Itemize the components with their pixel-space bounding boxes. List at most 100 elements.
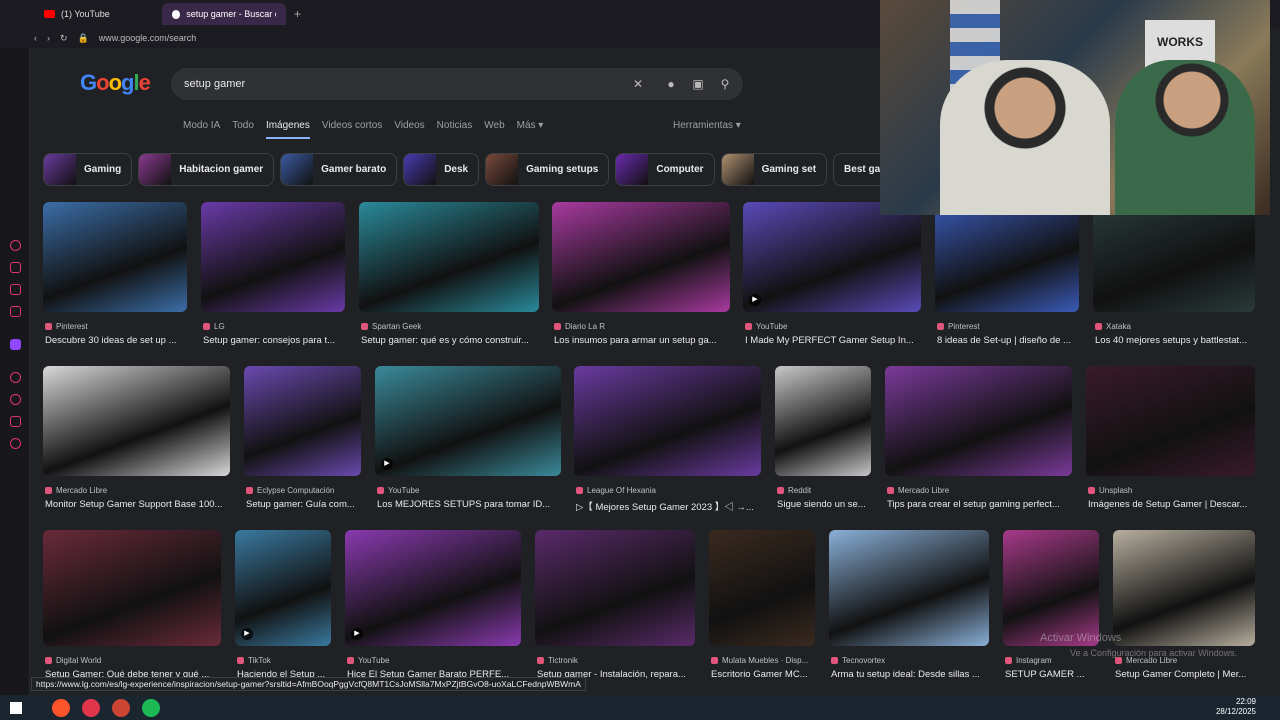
forward-icon[interactable]: ›	[47, 33, 50, 43]
chip[interactable]: Gaming	[43, 153, 133, 186]
image-result[interactable]: Eclypse Computación Setup gamer: Guía com…	[244, 366, 361, 522]
app-icon[interactable]	[112, 698, 130, 717]
result-thumbnail[interactable]	[535, 530, 695, 646]
settings-icon[interactable]	[10, 438, 21, 449]
result-source[interactable]: Unsplash	[1088, 486, 1132, 495]
image-result[interactable]: Mercado Libre Setup Gamer Completo | Mer.…	[1113, 530, 1255, 692]
result-source[interactable]: TikTok	[237, 656, 271, 665]
player-icon[interactable]	[10, 372, 21, 383]
messenger-icon[interactable]	[10, 284, 21, 295]
image-result[interactable]: ▶ TikTok Haciendo el Setup ...	[235, 530, 331, 692]
result-title[interactable]: Los MEJORES SETUPS para tomar ID...	[377, 499, 567, 510]
result-thumbnail[interactable]	[43, 530, 221, 646]
chip[interactable]: Computer	[615, 153, 715, 186]
result-source[interactable]: League Of Hexania	[576, 486, 656, 495]
result-title[interactable]: Setup gamer: qué es y cómo construir...	[361, 335, 545, 346]
result-thumbnail[interactable]	[552, 202, 730, 312]
result-title[interactable]: Descubre 30 ideas de set up ...	[45, 335, 193, 346]
extensions-icon[interactable]	[10, 416, 21, 427]
result-title[interactable]: Setup gamer: Guía com...	[246, 499, 367, 510]
result-title[interactable]: ▷【 Mejores Setup Gamer 2023 】◁ →...	[576, 499, 767, 513]
search-box[interactable]: setup gamer ✕ ● ▣ ⚲	[171, 68, 743, 100]
result-title[interactable]: 8 ideas de Set-up | diseño de ...	[937, 335, 1085, 346]
image-result[interactable]: Unsplash Imágenes de Setup Gamer | Descar…	[1086, 366, 1255, 522]
result-thumbnail[interactable]	[43, 202, 187, 312]
spotify-icon[interactable]	[142, 698, 160, 717]
result-thumbnail[interactable]	[935, 202, 1079, 312]
result-thumbnail[interactable]	[743, 202, 921, 312]
result-thumbnail[interactable]	[775, 366, 871, 476]
image-result[interactable]: Tictronik Setup gamer - Instalación, repa…	[535, 530, 695, 692]
result-source[interactable]: Spartan Geek	[361, 322, 421, 331]
result-source[interactable]: Pinterest	[937, 322, 980, 331]
result-thumbnail[interactable]	[709, 530, 815, 646]
result-thumbnail[interactable]	[829, 530, 989, 646]
image-result[interactable]: Reddit Sigue siendo un se...	[775, 366, 871, 522]
opera-icon[interactable]	[82, 698, 100, 717]
brave-icon[interactable]	[52, 698, 70, 717]
image-result[interactable]: LG Setup gamer: consejos para t...	[201, 202, 345, 358]
result-title[interactable]: Setup Gamer Completo | Mer...	[1115, 669, 1261, 680]
result-thumbnail[interactable]	[244, 366, 361, 476]
image-result[interactable]: Xataka Los 40 mejores setups y battlestat…	[1093, 202, 1255, 358]
result-source[interactable]: Instagram	[1005, 656, 1052, 665]
result-source[interactable]: Mulata Muebles · Disp...	[711, 656, 808, 665]
result-title[interactable]: Monitor Setup Gamer Support Base 100...	[45, 499, 236, 510]
search-icon[interactable]: ⚲	[717, 76, 733, 92]
url-field[interactable]: www.google.com/search	[99, 33, 197, 43]
result-title[interactable]: Sigue siendo un se...	[777, 499, 877, 510]
image-result[interactable]: Spartan Geek Setup gamer: qué es y cómo c…	[359, 202, 539, 358]
tab-im-genes[interactable]: Imágenes	[265, 120, 310, 139]
chip[interactable]: Gamer barato	[280, 153, 398, 186]
chip[interactable]: Desk	[403, 153, 480, 186]
result-source[interactable]: YouTube	[745, 322, 787, 331]
image-result[interactable]: League Of Hexania ▷【 Mejores Setup Gamer …	[574, 366, 761, 522]
mail-icon[interactable]	[10, 306, 21, 317]
tab-m-s-[interactable]: Más ▾	[517, 120, 544, 139]
result-title[interactable]: Imágenes de Setup Gamer | Descar...	[1088, 499, 1261, 510]
tab-todo[interactable]: Todo	[232, 120, 254, 139]
result-title[interactable]: SETUP GAMER ...	[1005, 669, 1105, 680]
image-result[interactable]: Mercado Libre Tips para crear el setup ga…	[885, 366, 1072, 522]
twitch-icon[interactable]	[10, 339, 21, 350]
clear-icon[interactable]: ✕	[630, 76, 646, 92]
tools-button[interactable]: Herramientas ▾	[673, 120, 741, 131]
result-title[interactable]: Los insumos para armar un setup ga...	[554, 335, 736, 346]
tab-videos-cortos[interactable]: Videos cortos	[322, 120, 382, 139]
result-thumbnail[interactable]	[345, 530, 521, 646]
result-source[interactable]: Tictronik	[537, 656, 578, 665]
result-title[interactable]: I Made My PERFECT Gamer Setup In...	[745, 335, 927, 346]
result-source[interactable]: Reddit	[777, 486, 811, 495]
result-source[interactable]: YouTube	[377, 486, 419, 495]
bag-icon[interactable]	[10, 262, 21, 273]
google-logo[interactable]: Google	[80, 70, 151, 96]
tab-web[interactable]: Web	[484, 120, 504, 139]
result-source[interactable]: LG	[203, 322, 225, 331]
microphone-icon[interactable]: ●	[663, 76, 679, 92]
result-source[interactable]: Diario La R	[554, 322, 605, 331]
image-result[interactable]: Tecnovortex Arma tu setup ideal: Desde si…	[829, 530, 989, 692]
image-result[interactable]: Mercado Libre Monitor Setup Gamer Support…	[43, 366, 230, 522]
result-thumbnail[interactable]	[359, 202, 539, 312]
tab-modo-ia[interactable]: Modo IA	[183, 120, 220, 139]
tab-youtube[interactable]: (1) YouTube	[34, 3, 158, 25]
search-input[interactable]: setup gamer	[184, 78, 245, 90]
result-source[interactable]: Tecnovortex	[831, 656, 885, 665]
result-thumbnail[interactable]	[1113, 530, 1255, 646]
chip[interactable]: Gaming setups	[485, 153, 610, 186]
result-title[interactable]: Arma tu setup ideal: Desde sillas ...	[831, 669, 995, 680]
reload-icon[interactable]: ↻	[60, 33, 68, 44]
result-thumbnail[interactable]	[43, 366, 230, 476]
result-title[interactable]: Setup gamer: consejos para t...	[203, 335, 351, 346]
image-result[interactable]: ▶ YouTube I Made My PERFECT Gamer Setup In…	[743, 202, 921, 358]
result-thumbnail[interactable]	[1086, 366, 1255, 476]
result-title[interactable]: Los 40 mejores setups y battlestat...	[1095, 335, 1261, 346]
result-thumbnail[interactable]	[885, 366, 1072, 476]
result-source[interactable]: Digital World	[45, 656, 101, 665]
windows-start-icon[interactable]	[10, 701, 22, 714]
image-result[interactable]: Diario La R Los insumos para armar un set…	[552, 202, 730, 358]
result-thumbnail[interactable]	[375, 366, 561, 476]
system-clock[interactable]: 22:09 28/12/2025	[1216, 697, 1256, 717]
image-result[interactable]: Instagram SETUP GAMER ...	[1003, 530, 1099, 692]
image-result[interactable]: Digital World Setup Gamer: Qué debe tener…	[43, 530, 221, 692]
